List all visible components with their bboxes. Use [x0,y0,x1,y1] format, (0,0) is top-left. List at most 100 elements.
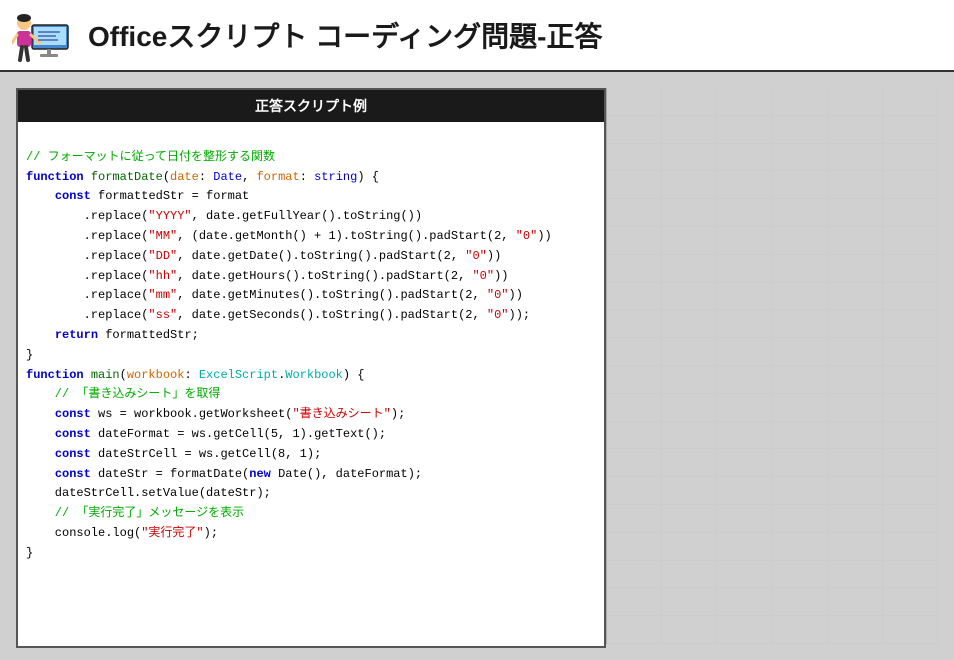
code-line-2: .replace("YYYY", date.getFullYear().toSt… [26,209,422,223]
code-line-11: const dateStrCell = ws.getCell(8, 1); [26,447,321,461]
grid-cell [607,144,662,172]
grid-cell [828,366,883,394]
grid-cell [773,449,828,477]
func1-signature: function formatDate(date: Date, format: … [26,170,379,184]
grid-cell [662,116,717,144]
grid-cell [773,366,828,394]
grid-cell [883,449,938,477]
close-brace-2: } [26,546,33,560]
grid-cell [607,561,662,589]
grid-cell [717,394,772,422]
header-icon [12,5,76,65]
code-line-10: const dateFormat = ws.getCell(5, 1).getT… [26,427,386,441]
grid-cell [773,394,828,422]
grid-cell [883,310,938,338]
code-line-13: dateStrCell.setValue(dateStr); [26,486,271,500]
grid-cell [607,366,662,394]
grid-cell [717,227,772,255]
grid-cell [717,171,772,199]
grid-cell [607,199,662,227]
grid-cell [828,394,883,422]
grid-cell [662,310,717,338]
grid-cell [883,422,938,450]
grid-cell [662,533,717,561]
grid-cell [773,227,828,255]
grid-cell [662,255,717,283]
grid-cell [883,561,938,589]
grid-cell [662,227,717,255]
grid-cell [883,116,938,144]
grid-cell [717,616,772,644]
grid-cell [828,199,883,227]
grid-cell [607,283,662,311]
grid-cell [717,477,772,505]
code-line-12: const dateStr = formatDate(new Date(), d… [26,467,422,481]
grid-cell [662,338,717,366]
grid-cell [828,227,883,255]
grid-cell [773,588,828,616]
grid-cell [607,477,662,505]
grid-cell [607,338,662,366]
grid-cell [607,227,662,255]
grid-cell [717,561,772,589]
grid-cell [773,88,828,116]
grid-cell [773,171,828,199]
grid-cell [773,283,828,311]
grid-cell [607,116,662,144]
grid-cell [828,561,883,589]
grid-cell [662,394,717,422]
grid-cell [883,199,938,227]
grid-cell [662,477,717,505]
grid-cell [662,171,717,199]
grid-cell [607,449,662,477]
page-title: Officeスクリプト コーディング問題-正答 [88,15,603,55]
grid-cell [828,116,883,144]
main-area: 正答スクリプト例 // フォーマットに従って日付を整形する関数 function… [0,72,954,660]
grid-cell [773,505,828,533]
code-line-7: .replace("ss", date.getSeconds().toStrin… [26,308,530,322]
grid-cell [717,366,772,394]
grid-cell [662,199,717,227]
grid-cell [717,88,772,116]
grid-cell [773,422,828,450]
code-line-5: .replace("hh", date.getHours().toString(… [26,269,509,283]
grid-cell [883,505,938,533]
grid-cell [883,366,938,394]
grid-cell [883,88,938,116]
grid-cell [607,422,662,450]
code-panel: 正答スクリプト例 // フォーマットに従って日付を整形する関数 function… [16,88,606,648]
code-line-6: .replace("mm", date.getMinutes().toStrin… [26,288,523,302]
grid-cell [828,422,883,450]
close-brace-1: } [26,348,33,362]
grid-cell [883,171,938,199]
grid-cell [607,310,662,338]
code-line-3: .replace("MM", (date.getMonth() + 1).toS… [26,229,552,243]
grid-cell [773,533,828,561]
grid-cell [883,533,938,561]
grid-cell [828,338,883,366]
grid-cell [828,171,883,199]
grid-cell [828,283,883,311]
grid-cell [883,477,938,505]
grid-cell [883,616,938,644]
grid-cell [773,144,828,172]
grid-cell [883,144,938,172]
grid-cell [662,283,717,311]
grid-cell [773,255,828,283]
code-line-9: const ws = workbook.getWorksheet("書き込みシー… [26,407,405,421]
grid-cell [828,533,883,561]
grid-cell [828,588,883,616]
grid-cell [883,588,938,616]
grid-cell [607,171,662,199]
grid-cell [662,88,717,116]
grid-cell [607,88,662,116]
grid-cell [883,394,938,422]
grid-cell [607,255,662,283]
grid-cell [828,144,883,172]
code-line-8: return formattedStr; [26,328,199,342]
comment-line-1: // フォーマットに従って日付を整形する関数 [26,150,275,164]
grid-cell [828,505,883,533]
grid-cell [717,338,772,366]
grid-cell [883,283,938,311]
grid-cell [717,588,772,616]
